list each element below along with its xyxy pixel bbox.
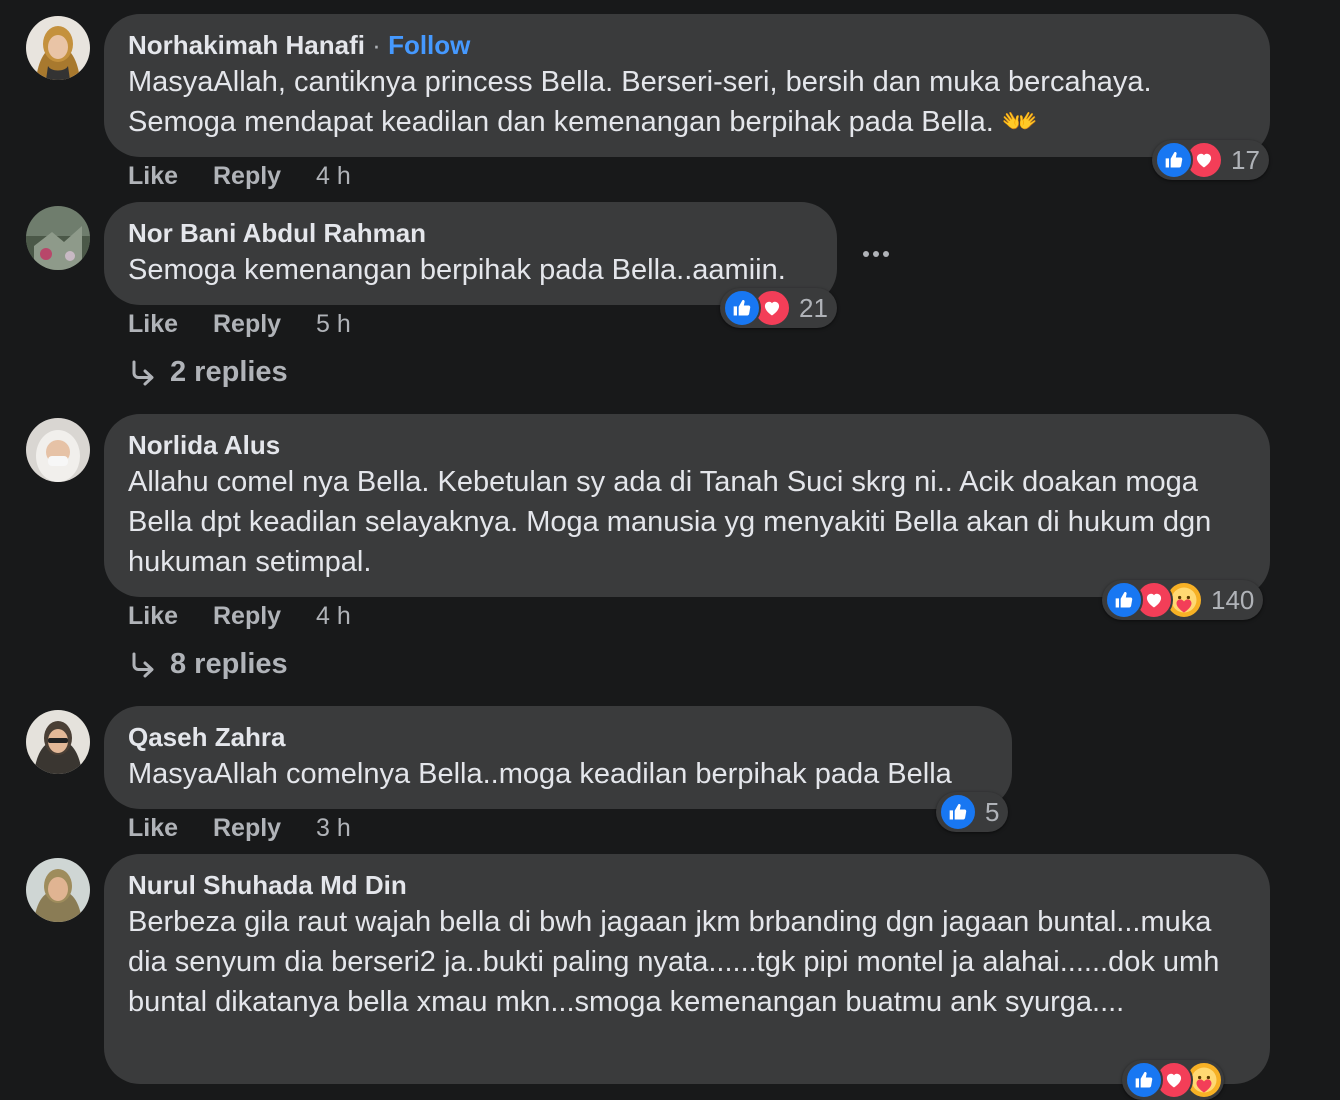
comment-actions: Like Reply 3 h	[128, 814, 379, 843]
view-replies-link[interactable]: 8 replies	[128, 648, 288, 681]
follow-button[interactable]: Follow	[388, 30, 470, 60]
comment-bubble: Nor Bani Abdul Rahman Semoga kemenangan …	[104, 202, 837, 305]
reply-arrow-icon	[128, 651, 156, 679]
comment-text: Allahu comel nya Bella. Kebetulan sy ada…	[128, 466, 1212, 578]
reply-arrow-icon	[128, 359, 156, 387]
comment-timestamp[interactable]: 5 h	[316, 310, 351, 339]
like-button[interactable]: Like	[128, 602, 178, 631]
comment-bubble: Nurul Shuhada Md Din Berbeza gila raut w…	[104, 854, 1270, 1084]
reaction-count: 5	[985, 796, 1000, 827]
comment-text: MasyaAllah comelnya Bella..moga keadilan…	[128, 758, 952, 790]
view-replies-link[interactable]: 2 replies	[128, 356, 288, 389]
comment-timestamp[interactable]: 4 h	[316, 162, 351, 191]
author-name[interactable]: Nurul Shuhada Md Din	[128, 868, 1246, 902]
comment-bubble: Qaseh Zahra MasyaAllah comelnya Bella..m…	[104, 706, 1012, 809]
like-icon	[939, 793, 977, 831]
comment-text: MasyaAllah, cantiknya princess Bella. Be…	[128, 66, 1152, 138]
reaction-count: 17	[1231, 144, 1260, 175]
replies-label[interactable]: 8 replies	[170, 648, 288, 681]
comment-text: Semoga kemenangan berpihak pada Bella..a…	[128, 254, 786, 286]
author-name[interactable]: Norlida Alus	[128, 428, 1246, 462]
comment-bubble: Norhakimah Hanafi · Follow MasyaAllah, c…	[104, 14, 1270, 157]
like-icon	[1105, 581, 1143, 619]
like-icon	[723, 289, 761, 327]
more-options-icon[interactable]	[860, 240, 892, 268]
reply-button[interactable]: Reply	[213, 310, 281, 339]
comment-author: Norhakimah Hanafi · Follow	[128, 28, 1246, 62]
like-button[interactable]: Like	[128, 814, 178, 843]
reply-button[interactable]: Reply	[213, 602, 281, 631]
like-button[interactable]: Like	[128, 162, 178, 191]
replies-label[interactable]: 2 replies	[170, 356, 288, 389]
like-icon	[1155, 141, 1193, 179]
comment-actions: Like Reply 4 h	[128, 602, 379, 631]
comment-actions: Like Reply 4 h	[128, 162, 379, 191]
comment-timestamp[interactable]: 4 h	[316, 602, 351, 631]
like-button[interactable]: Like	[128, 310, 178, 339]
reaction-count: 140	[1211, 584, 1255, 615]
comment-text: Berbeza gila raut wajah bella di bwh jag…	[128, 906, 1220, 1018]
avatar[interactable]	[26, 16, 90, 80]
comment-timestamp[interactable]: 3 h	[316, 814, 351, 843]
avatar[interactable]	[26, 858, 90, 922]
reply-button[interactable]: Reply	[213, 814, 281, 843]
author-name[interactable]: Nor Bani Abdul Rahman	[128, 216, 813, 250]
follow-separator: ·	[364, 30, 389, 60]
avatar[interactable]	[26, 418, 90, 482]
comment-bubble: Norlida Alus Allahu comel nya Bella. Keb…	[104, 414, 1270, 597]
reply-button[interactable]: Reply	[213, 162, 281, 191]
reaction-summary[interactable]	[1122, 1060, 1224, 1100]
comment-actions: Like Reply 5 h	[128, 310, 379, 339]
avatar[interactable]	[26, 206, 90, 270]
author-name[interactable]: Norhakimah Hanafi	[128, 30, 365, 60]
reaction-summary[interactable]: 140	[1102, 580, 1264, 620]
reaction-summary[interactable]: 5	[936, 792, 1009, 832]
reaction-count: 21	[799, 292, 828, 323]
like-icon	[1125, 1061, 1163, 1099]
reaction-summary[interactable]: 21	[720, 288, 837, 328]
reaction-summary[interactable]: 17	[1152, 140, 1269, 180]
author-name[interactable]: Qaseh Zahra	[128, 720, 988, 754]
avatar[interactable]	[26, 710, 90, 774]
